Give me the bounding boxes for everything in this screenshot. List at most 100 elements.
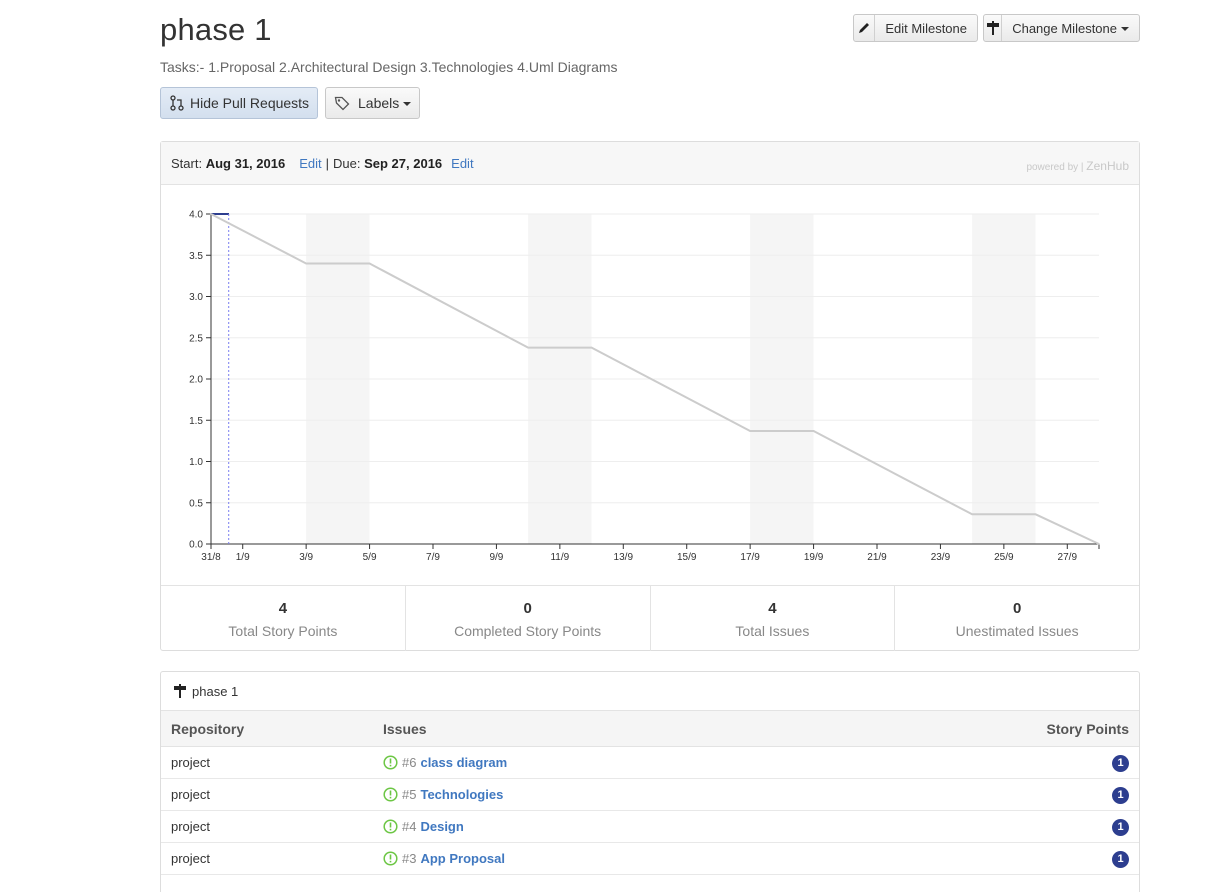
burndown-chart: 0.0 0.5 1.0 1.5 2.0 2.5 3.0 3.5 4.0 31/8 1/9 3/9 5/9… bbox=[189, 210, 1100, 563]
change-milestone-label: Change Milestone bbox=[1002, 21, 1139, 36]
x-tick-label: 1/9 bbox=[236, 552, 250, 563]
open-issue-icon bbox=[383, 787, 398, 802]
table-row: project #3 App Proposal 1 bbox=[161, 843, 1139, 875]
y-tick-label: 0.5 bbox=[189, 498, 203, 509]
x-tick-label: 21/9 bbox=[867, 552, 887, 563]
due-label: Due: bbox=[333, 155, 361, 171]
data-point bbox=[210, 213, 212, 215]
story-points-cell: 1 bbox=[979, 786, 1139, 804]
milestone-dates: Start: Aug 31, 2016 Edit | Due: Sep 27, … bbox=[161, 142, 1139, 185]
story-points-cell: 1 bbox=[979, 850, 1139, 868]
issues-panel: phase 1 Repository Issues Story Points p… bbox=[160, 671, 1140, 892]
edit-milestone-label: Edit Milestone bbox=[885, 20, 967, 36]
y-tick-label: 3.5 bbox=[189, 251, 203, 262]
powered-by: powered by | ZenHub bbox=[1026, 159, 1129, 173]
y-tick-label: 3.0 bbox=[189, 292, 203, 303]
table-row: project #6 class diagram 1 bbox=[161, 747, 1139, 779]
y-tick-label: 4.0 bbox=[189, 210, 203, 221]
change-milestone-button[interactable]: Change Milestone bbox=[983, 14, 1140, 42]
table-row: project #4 Design 1 bbox=[161, 811, 1139, 843]
stat-label: Total Issues bbox=[735, 623, 810, 639]
milestone-description: Tasks:- 1.Proposal 2.Architectural Desig… bbox=[160, 59, 618, 75]
issues-panel-header: phase 1 bbox=[161, 672, 1139, 711]
milestone-icon bbox=[173, 683, 187, 699]
labels-label: Labels bbox=[350, 95, 421, 111]
issue-number: #5 bbox=[402, 787, 417, 802]
x-tick-label: 5/9 bbox=[363, 552, 377, 563]
stat-total-issues: 4 Total Issues bbox=[651, 586, 896, 651]
date-separator: | bbox=[325, 155, 329, 171]
x-tick-label: 25/9 bbox=[994, 552, 1014, 563]
x-tick-label: 31/8 bbox=[201, 552, 221, 563]
edit-start-date-link[interactable]: Edit bbox=[299, 156, 321, 171]
open-issue-icon bbox=[383, 851, 398, 866]
due-date: Sep 27, 2016 bbox=[364, 155, 443, 171]
edit-due-date-link[interactable]: Edit bbox=[451, 156, 473, 171]
milestone-title: phase 1 bbox=[160, 12, 272, 47]
labels-dropdown[interactable]: Labels bbox=[325, 87, 420, 119]
story-points-badge: 1 bbox=[1112, 786, 1129, 804]
open-issue-icon bbox=[383, 755, 398, 770]
x-tick-label: 7/9 bbox=[426, 552, 440, 563]
issue-cell: #6 class diagram bbox=[383, 755, 979, 770]
story-points-badge: 1 bbox=[1112, 818, 1129, 836]
story-points-badge: 1 bbox=[1112, 850, 1129, 868]
repository-cell: project bbox=[171, 819, 211, 834]
x-tick-label: 13/9 bbox=[614, 552, 634, 563]
repository-cell: project bbox=[171, 755, 211, 770]
stat-value: 0 bbox=[1012, 600, 1022, 617]
x-tick-label: 15/9 bbox=[677, 552, 697, 563]
issue-number: #3 bbox=[402, 851, 417, 866]
stat-value: 4 bbox=[768, 600, 777, 617]
x-tick-label: 11/9 bbox=[550, 552, 569, 563]
issue-cell: #5 Technologies bbox=[383, 787, 979, 802]
edit-milestone-button[interactable]: Edit Milestone bbox=[853, 14, 978, 42]
x-tick-label: 27/9 bbox=[1058, 552, 1078, 563]
issue-link[interactable]: Design bbox=[420, 819, 463, 834]
stat-total-story-points: 4 Total Story Points bbox=[161, 586, 406, 651]
y-tick-label: 2.0 bbox=[189, 375, 203, 386]
column-issues: Issues bbox=[383, 720, 427, 737]
y-tick-label: 2.5 bbox=[189, 333, 203, 344]
issues-panel-title: phase 1 bbox=[192, 683, 239, 699]
y-tick-label: 1.5 bbox=[189, 416, 203, 427]
chevron-down-icon bbox=[1121, 27, 1129, 32]
data-point bbox=[590, 346, 593, 349]
y-tick-label: 1.0 bbox=[189, 457, 203, 468]
pull-request-icon bbox=[161, 88, 184, 118]
issue-link[interactable]: class diagram bbox=[420, 755, 507, 770]
start-label: Start: bbox=[171, 155, 203, 171]
burndown-panel: Start: Aug 31, 2016 Edit | Due: Sep 27, … bbox=[160, 141, 1140, 651]
pencil-icon bbox=[854, 15, 876, 41]
data-point bbox=[368, 262, 371, 265]
x-tick-label: 3/9 bbox=[299, 552, 313, 563]
chevron-down-icon bbox=[403, 102, 412, 107]
story-points-badge: 1 bbox=[1112, 754, 1129, 772]
table-row: project #5 Technologies 1 bbox=[161, 779, 1139, 811]
data-point bbox=[305, 262, 307, 265]
data-point bbox=[749, 430, 751, 432]
stat-unestimated-issues: 0 Unestimated Issues bbox=[895, 586, 1139, 651]
stat-value: 4 bbox=[278, 600, 288, 617]
data-point bbox=[527, 346, 529, 349]
hide-pull-requests-button[interactable]: Hide Pull Requests bbox=[160, 87, 318, 119]
stat-label: Unestimated Issues bbox=[955, 623, 1079, 639]
x-tick-label: 9/9 bbox=[489, 552, 503, 563]
story-points-cell: 1 bbox=[979, 818, 1139, 836]
issue-link[interactable]: Technologies bbox=[420, 787, 503, 802]
column-repository: Repository bbox=[171, 720, 245, 737]
issue-number: #6 bbox=[402, 755, 417, 770]
open-issue-icon bbox=[383, 819, 398, 834]
milestone-stats: 4 Total Story Points 0 Completed Story P… bbox=[161, 585, 1139, 651]
issue-link[interactable]: App Proposal bbox=[420, 851, 505, 866]
story-points-cell: 1 bbox=[979, 754, 1139, 772]
zenhub-logo: ZenHub bbox=[1086, 159, 1129, 173]
stat-label: Completed Story Points bbox=[454, 623, 602, 639]
data-point bbox=[1034, 513, 1037, 516]
data-point bbox=[1098, 543, 1100, 545]
x-tick-label: 17/9 bbox=[740, 552, 760, 563]
table-header: Repository Issues Story Points bbox=[161, 711, 1139, 747]
data-point bbox=[971, 513, 973, 516]
y-tick-label: 0.0 bbox=[189, 540, 203, 551]
start-date: Aug 31, 2016 bbox=[205, 155, 286, 171]
